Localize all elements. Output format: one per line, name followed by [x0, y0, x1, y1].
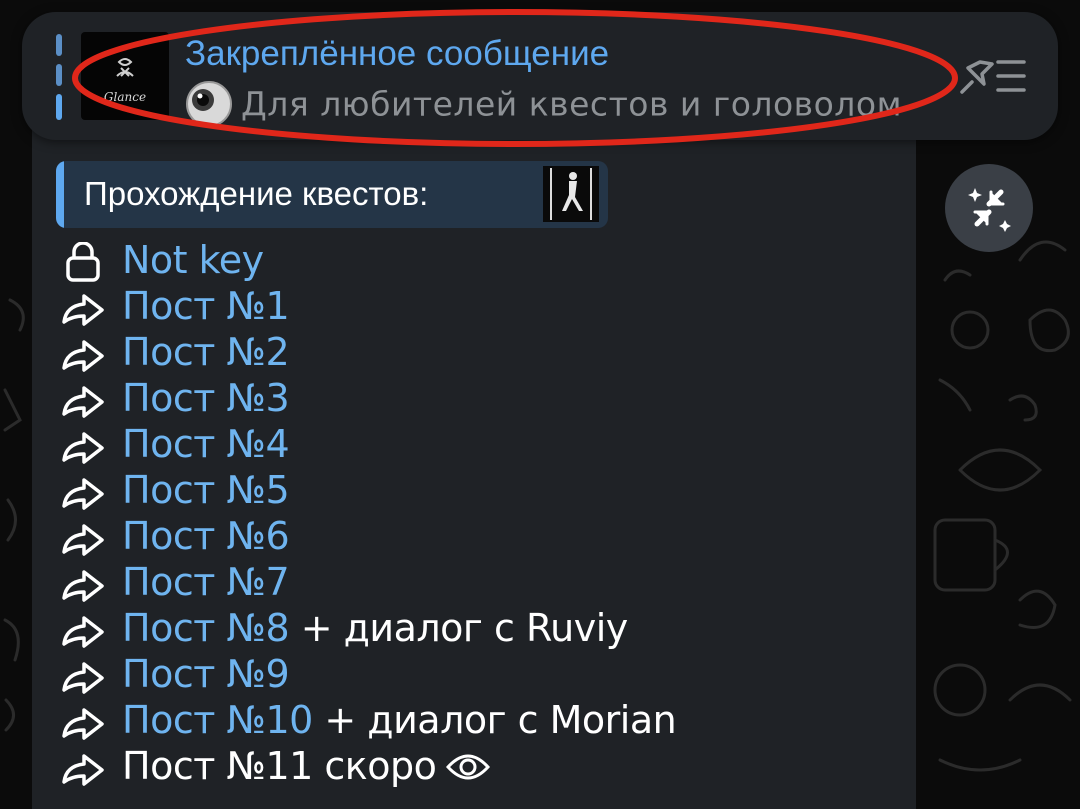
forward-arrow-icon	[58, 380, 108, 420]
post-upcoming-label[interactable]: Пост №11 скоро	[122, 744, 491, 791]
collapse-button[interactable]	[945, 164, 1033, 252]
pinned-position-indicator	[56, 34, 64, 120]
forward-arrow-icon	[58, 426, 108, 466]
post-label: Пост №11 скоро	[122, 744, 437, 788]
list-item[interactable]: Пост №7	[58, 560, 898, 606]
post-label: Пост №9	[122, 652, 290, 696]
list-item[interactable]: Пост №4	[58, 422, 898, 468]
post-link[interactable]: Пост №2	[122, 330, 290, 374]
pinned-preview-text: Для любителей квестов и головолом	[241, 84, 902, 124]
post-label: Пост №5	[122, 468, 290, 512]
post-label: Пост №7	[122, 560, 290, 604]
post-link[interactable]: Пост №9	[122, 652, 290, 696]
forward-arrow-icon	[58, 656, 108, 696]
forward-arrow-icon	[58, 472, 108, 512]
post-link[interactable]: Пост №3	[122, 376, 290, 420]
post-link[interactable]: Пост №7	[122, 560, 290, 604]
glance-logo-icon	[116, 58, 134, 77]
pinned-message-bar[interactable]: Glance Закреплённое сообщение Для любите…	[22, 12, 1058, 140]
post-suffix: + диалог с Morian	[312, 698, 677, 742]
post-label: Пост №10	[122, 698, 313, 742]
post-suffix: + диалог с Ruviy	[289, 606, 629, 650]
post-list: Not key Пост №1 Пост №2 Пост №3 Пост №4 Пост …	[58, 238, 898, 790]
list-item[interactable]: Пост №3	[58, 376, 898, 422]
collapse-arrows-icon	[968, 188, 1011, 232]
list-item[interactable]: Пост №9	[58, 652, 898, 698]
list-item[interactable]: Пост №1	[58, 284, 898, 330]
quote-block: Прохождение квестов: ❞	[56, 161, 608, 228]
thumbnail-caption: Glance	[103, 90, 147, 104]
post-link[interactable]: Пост №5	[122, 468, 290, 512]
eyeball-emoji-icon	[186, 81, 232, 127]
forward-arrow-icon	[58, 334, 108, 374]
pinned-title: Закреплённое сообщение	[185, 34, 610, 73]
list-item[interactable]: Пост №2	[58, 330, 898, 376]
list-item[interactable]: Пост №5	[58, 468, 898, 514]
forward-arrow-icon	[58, 518, 108, 558]
list-item[interactable]: Пост №11 скоро	[58, 744, 898, 790]
quote-text: Прохождение квестов:	[84, 175, 429, 212]
forward-arrow-icon	[58, 564, 108, 604]
post-link[interactable]: Пост №8 + диалог с Ruviy	[122, 606, 628, 650]
eye-icon	[446, 747, 491, 791]
pinned-thumbnail: Glance	[81, 32, 169, 120]
post-label: Пост №4	[122, 422, 290, 466]
post-label: Not key	[122, 238, 264, 282]
chat-screen: Glance Закреплённое сообщение Для любите…	[0, 0, 1080, 809]
pin-list-icon[interactable]	[954, 54, 1028, 98]
post-link[interactable]: Пост №1	[122, 284, 290, 328]
post-link[interactable]: Пост №10 + диалог с Morian	[122, 698, 677, 742]
post-link[interactable]: Пост №6	[122, 514, 290, 558]
list-item[interactable]: Пост №10 + диалог с Morian	[58, 698, 898, 744]
post-label: Пост №3	[122, 376, 290, 420]
list-item[interactable]: Пост №8 + диалог с Ruviy	[58, 606, 898, 652]
post-label: Пост №6	[122, 514, 290, 558]
post-link[interactable]: Пост №4	[122, 422, 290, 466]
forward-arrow-icon	[58, 748, 108, 788]
forward-arrow-icon	[58, 288, 108, 328]
quest-sticker-icon	[543, 166, 599, 222]
list-item[interactable]: Not key	[58, 238, 898, 284]
quote-bar	[56, 161, 64, 228]
list-item[interactable]: Пост №6	[58, 514, 898, 560]
post-link[interactable]: Not key	[122, 238, 264, 282]
forward-arrow-icon	[58, 610, 108, 650]
post-label: Пост №2	[122, 330, 290, 374]
post-label: Пост №1	[122, 284, 290, 328]
pinned-preview: Для любителей квестов и головолом	[185, 80, 925, 130]
lock-icon	[58, 241, 108, 282]
forward-arrow-icon	[58, 702, 108, 742]
post-label: Пост №8	[122, 606, 290, 650]
